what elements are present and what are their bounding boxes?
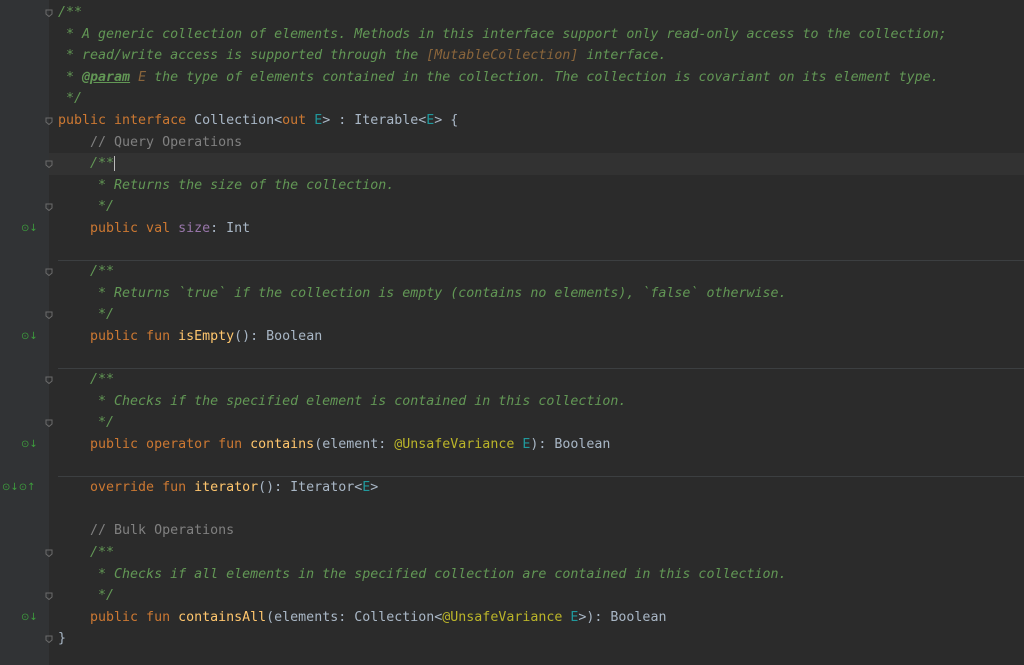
code-token: ): Boolean [530,437,611,452]
fold-marker-icon[interactable] [45,9,53,18]
code-line[interactable] [0,240,1024,262]
code-token: (elements: Collection< [266,609,443,625]
code-line[interactable]: /** [0,542,1024,564]
code-token: * A generic collection of elements. Meth… [58,26,947,42]
code-line[interactable]: * Returns `true` if the collection is em… [0,283,1024,305]
code-token: // Query Operations [58,134,243,150]
code-line[interactable]: * read/write access is supported through… [0,45,1024,67]
fold-marker-icon[interactable] [45,549,53,558]
code-token: /** [58,264,115,280]
code-line[interactable]: * Checks if all elements in the specifie… [0,564,1024,586]
fold-marker-icon[interactable] [45,419,53,428]
fold-marker-icon[interactable] [45,635,53,644]
code-line[interactable]: public interface Collection<out E> : Ite… [0,110,1024,132]
code-token: } [58,631,67,647]
code-token: */ [58,307,115,323]
code-token: interface. [578,48,667,64]
fold-marker-icon[interactable] [45,268,53,277]
code-token: public fun [58,609,179,625]
code-token: */ [58,91,83,107]
code-line[interactable]: /** [0,2,1024,24]
code-token: * Checks if the specified element is con… [58,393,627,409]
code-token: /** [58,156,115,172]
fold-marker-icon[interactable] [45,311,53,320]
fold-marker-icon[interactable] [45,376,53,385]
method-separator [58,368,1024,370]
fold-marker-icon[interactable] [45,592,53,601]
code-line[interactable]: public operator fun contains(element: @U… [0,434,1024,456]
code-line[interactable]: */ [0,585,1024,607]
code-token: the type of elements contained in the co… [146,69,939,85]
code-line[interactable]: /** [0,369,1024,391]
code-token: : Int [210,221,251,236]
code-token: (): Boolean [234,329,323,344]
code-token: isEmpty [178,329,235,344]
code-line[interactable]: } [0,628,1024,650]
code-token: E [138,69,147,85]
method-separator [58,476,1024,478]
text-caret [114,155,116,171]
code-token: public fun [58,329,179,344]
code-token: out [282,113,315,128]
code-line[interactable]: // Query Operations [0,132,1024,154]
code-token: public val [58,221,179,236]
code-line[interactable]: * Returns the size of the collection. [0,175,1024,197]
code-token: Collection< [194,113,283,128]
code-token: * Checks if all elements in the specifie… [58,566,787,582]
code-token: * read/write access is supported through… [58,48,427,64]
fold-marker-icon[interactable] [45,203,53,212]
code-token: /** [58,5,83,20]
code-line[interactable]: /** [0,261,1024,283]
code-token: */ [58,588,115,604]
method-separator [58,260,1024,262]
code-line[interactable]: public fun containsAll(elements: Collect… [0,607,1024,629]
code-line[interactable] [0,456,1024,478]
code-token: /** [58,372,115,388]
code-token: > { [434,113,459,128]
code-token: override fun [58,480,195,496]
fold-marker-icon[interactable] [45,160,53,169]
code-line[interactable]: public val size: Int [0,218,1024,240]
code-token: size [178,221,211,236]
code-line[interactable]: */ [0,196,1024,218]
fold-marker-icon[interactable] [45,117,53,126]
code-line[interactable]: public fun isEmpty(): Boolean [0,326,1024,348]
code-line[interactable]: */ [0,88,1024,110]
code-token: (element: [314,437,395,452]
code-line[interactable]: * A generic collection of elements. Meth… [0,24,1024,46]
code-line[interactable]: /** [0,153,1024,175]
code-token: public operator fun [58,437,251,452]
code-token: public interface [58,113,195,128]
code-line[interactable] [0,348,1024,370]
code-token: E [314,113,323,128]
code-token: contains [250,437,315,452]
code-token: */ [58,199,115,215]
code-token: @UnsafeVariance [394,437,523,452]
code-token: * Returns `true` if the collection is em… [58,285,787,301]
code-line[interactable]: */ [0,304,1024,326]
code-token: /** [58,545,115,560]
code-token: (): Iterator< [258,480,363,496]
code-token: [MutableCollection] [426,48,579,64]
code-token: > [370,480,379,496]
code-token: iterator [194,480,259,496]
code-line[interactable]: * Checks if the specified element is con… [0,391,1024,413]
code-line[interactable]: */ [0,412,1024,434]
code-line[interactable]: // Bulk Operations [0,520,1024,542]
code-token: // Bulk Operations [58,523,235,539]
code-token: @param [82,69,131,85]
code-line[interactable] [0,499,1024,521]
code-token: */ [58,415,115,431]
code-line[interactable]: * @param E the type of elements containe… [0,67,1024,89]
code-token: >): Boolean [578,609,667,625]
code-token: * [58,69,83,85]
code-token: containsAll [178,609,267,625]
code-line[interactable]: override fun iterator(): Iterator<E> [0,477,1024,499]
code-token: > : Iterable< [322,113,427,128]
code-token: @UnsafeVariance [442,609,571,625]
code-token: * Returns the size of the collection. [58,177,395,193]
